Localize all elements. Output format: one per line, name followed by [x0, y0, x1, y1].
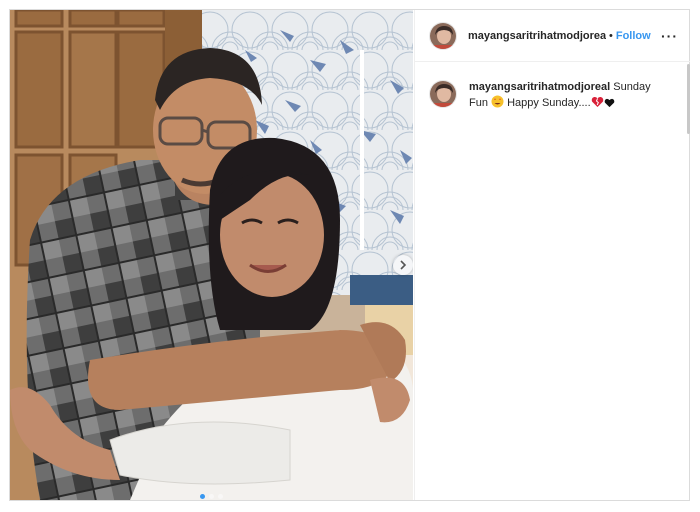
carousel-dot	[218, 494, 223, 499]
black-heart-emoji-icon	[604, 98, 615, 113]
separator-dot: •	[609, 29, 613, 42]
username-link[interactable]: mayangsaritrihatmodjoreal	[468, 30, 606, 42]
avatar-image	[430, 81, 456, 107]
post-header: mayangsaritrihatmodjoreal • Follow ···	[415, 10, 690, 62]
carousel-next-button[interactable]	[393, 255, 413, 275]
caption-username[interactable]: mayangsaritrihatmodjoreal	[469, 81, 610, 93]
carousel-dots	[10, 494, 413, 499]
avatar[interactable]	[429, 21, 457, 50]
avatar-image	[430, 22, 456, 49]
caption-comment: mayangsaritrihatmodjoreal Sunday Fun Hap…	[415, 62, 690, 113]
avatar[interactable]	[429, 80, 457, 108]
post-sidebar: mayangsaritrihatmodjoreal • Follow ··· m…	[414, 10, 690, 500]
caption-body-2: Happy Sunday....	[507, 97, 591, 109]
star-struck-emoji-icon	[491, 95, 504, 113]
caption-text: mayangsaritrihatmodjoreal Sunday Fun Hap…	[469, 80, 669, 113]
broken-heart-emoji-icon	[591, 96, 604, 113]
follow-button[interactable]: Follow	[616, 30, 651, 42]
post-photo[interactable]	[10, 10, 413, 500]
carousel-dot	[209, 494, 214, 499]
photo-illustration	[10, 10, 413, 500]
chevron-right-icon	[400, 260, 407, 270]
scrollbar[interactable]	[687, 64, 690, 134]
more-options-icon[interactable]: ···	[661, 28, 678, 44]
carousel-dot-active	[200, 494, 205, 499]
